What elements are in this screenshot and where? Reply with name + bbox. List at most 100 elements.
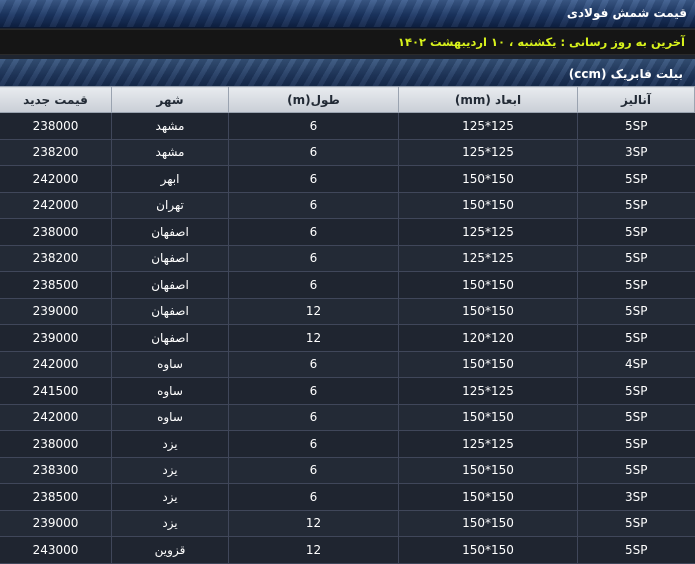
table-row: 5SP 150*150 6 ساوه 242000	[0, 404, 695, 431]
cell-grade: 5SP	[577, 218, 695, 246]
cell-grade: 4SP	[577, 351, 695, 378]
column-header-city: شهر	[111, 86, 229, 113]
cell-length: 12	[228, 298, 399, 325]
cell-length: 6	[228, 192, 399, 219]
cell-size: 125*125	[398, 139, 578, 166]
cell-length: 6	[228, 457, 399, 484]
cell-city: اصفهان	[111, 298, 229, 325]
cell-price: 238200	[0, 245, 112, 272]
cell-price: 238300	[0, 457, 112, 484]
cell-city: اصفهان	[111, 245, 229, 272]
cell-city: قزوین	[111, 536, 229, 564]
cell-size: 150*150	[398, 536, 578, 564]
section-title: بیلت فابریک (ccm)	[568, 67, 683, 81]
table-row: 5SP 125*125 6 ساوه 241500	[0, 377, 695, 405]
cell-price: 242000	[0, 404, 112, 431]
cell-city: یزد	[111, 510, 229, 537]
column-header-size: ابعاد (mm)	[398, 86, 578, 113]
cell-size: 150*150	[398, 298, 578, 325]
cell-grade: 5SP	[577, 404, 695, 431]
cell-length: 6	[228, 165, 399, 193]
last-update-bar: آخرین به روز رسانی : یکشنبه ، ۱۰ اردیبهش…	[0, 29, 695, 55]
price-table: آنالیز ابعاد (mm) طول(m) شهر قیمت جدید 5…	[0, 86, 695, 564]
cell-city: مشهد	[111, 112, 229, 140]
cell-length: 6	[228, 112, 399, 140]
cell-grade: 5SP	[577, 457, 695, 484]
cell-grade: 5SP	[577, 112, 695, 140]
table-row: 5SP 150*150 6 اصفهان 238500	[0, 271, 695, 299]
cell-price: 238000	[0, 430, 112, 458]
cell-price: 238000	[0, 112, 112, 140]
cell-length: 6	[228, 271, 399, 299]
cell-price: 238000	[0, 218, 112, 246]
cell-size: 125*125	[398, 430, 578, 458]
cell-length: 12	[228, 324, 399, 352]
cell-city: مشهد	[111, 139, 229, 166]
cell-size: 120*120	[398, 324, 578, 352]
table-row: 5SP 150*150 12 یزد 239000	[0, 510, 695, 537]
cell-grade: 5SP	[577, 298, 695, 325]
cell-size: 150*150	[398, 165, 578, 193]
cell-city: یزد	[111, 483, 229, 511]
table-row: 5SP 150*150 6 تهران 242000	[0, 192, 695, 219]
cell-price: 243000	[0, 536, 112, 564]
cell-length: 12	[228, 536, 399, 564]
cell-grade: 5SP	[577, 245, 695, 272]
cell-price: 242000	[0, 165, 112, 193]
cell-length: 6	[228, 430, 399, 458]
table-row: 3SP 150*150 6 یزد 238500	[0, 483, 695, 511]
cell-city: اصفهان	[111, 218, 229, 246]
cell-size: 150*150	[398, 271, 578, 299]
cell-length: 12	[228, 510, 399, 537]
cell-city: ابهر	[111, 165, 229, 193]
cell-size: 150*150	[398, 404, 578, 431]
cell-size: 125*125	[398, 112, 578, 140]
column-header-price: قیمت جدید	[0, 86, 112, 113]
table-row: 5SP 150*150 12 قزوین 243000	[0, 536, 695, 564]
cell-grade: 5SP	[577, 510, 695, 537]
cell-grade: 5SP	[577, 192, 695, 219]
cell-size: 125*125	[398, 218, 578, 246]
cell-city: ساوه	[111, 404, 229, 431]
cell-city: تهران	[111, 192, 229, 219]
cell-price: 242000	[0, 351, 112, 378]
cell-grade: 5SP	[577, 377, 695, 405]
cell-size: 150*150	[398, 510, 578, 537]
cell-length: 6	[228, 351, 399, 378]
table-row: 5SP 125*125 6 اصفهان 238200	[0, 245, 695, 272]
cell-size: 150*150	[398, 457, 578, 484]
price-page: قیمت شمش فولادی آخرین به روز رسانی : یکش…	[0, 0, 695, 564]
cell-length: 6	[228, 218, 399, 246]
cell-length: 6	[228, 377, 399, 405]
cell-length: 6	[228, 483, 399, 511]
cell-length: 6	[228, 404, 399, 431]
table-row: 5SP 125*125 6 اصفهان 238000	[0, 218, 695, 246]
cell-price: 242000	[0, 192, 112, 219]
cell-size: 125*125	[398, 377, 578, 405]
cell-grade: 5SP	[577, 324, 695, 352]
page-title-banner: قیمت شمش فولادی	[0, 0, 695, 28]
table-row: 4SP 150*150 6 ساوه 242000	[0, 351, 695, 378]
cell-length: 6	[228, 139, 399, 166]
table-row: 5SP 125*125 6 یزد 238000	[0, 430, 695, 458]
column-header-length: طول(m)	[228, 86, 399, 113]
cell-city: یزد	[111, 430, 229, 458]
last-update-text: آخرین به روز رسانی : یکشنبه ، ۱۰ اردیبهش…	[397, 35, 685, 49]
cell-grade: 5SP	[577, 430, 695, 458]
cell-size: 125*125	[398, 245, 578, 272]
table-row: 3SP 125*125 6 مشهد 238200	[0, 139, 695, 166]
cell-city: یزد	[111, 457, 229, 484]
cell-price: 241500	[0, 377, 112, 405]
cell-grade: 3SP	[577, 139, 695, 166]
table-row: 5SP 150*150 6 یزد 238300	[0, 457, 695, 484]
cell-price: 238500	[0, 483, 112, 511]
table-body: 5SP 125*125 6 مشهد 238000 3SP 125*125 6 مشهد 2382…	[0, 112, 695, 564]
cell-city: اصفهان	[111, 271, 229, 299]
cell-grade: 5SP	[577, 165, 695, 193]
cell-price: 238500	[0, 271, 112, 299]
table-row: 5SP 120*120 12 اصفهان 239000	[0, 324, 695, 352]
cell-price: 238200	[0, 139, 112, 166]
cell-length: 6	[228, 245, 399, 272]
cell-size: 150*150	[398, 351, 578, 378]
table-row: 5SP 150*150 12 اصفهان 239000	[0, 298, 695, 325]
